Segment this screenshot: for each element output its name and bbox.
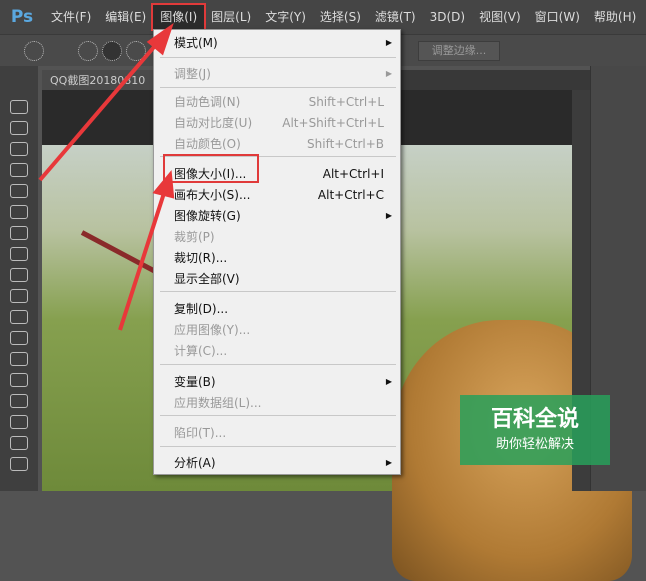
arrow-to-image-size	[118, 189, 167, 331]
arrow-to-image-menu	[38, 38, 162, 182]
annotation-arrows	[38, 22, 175, 331]
